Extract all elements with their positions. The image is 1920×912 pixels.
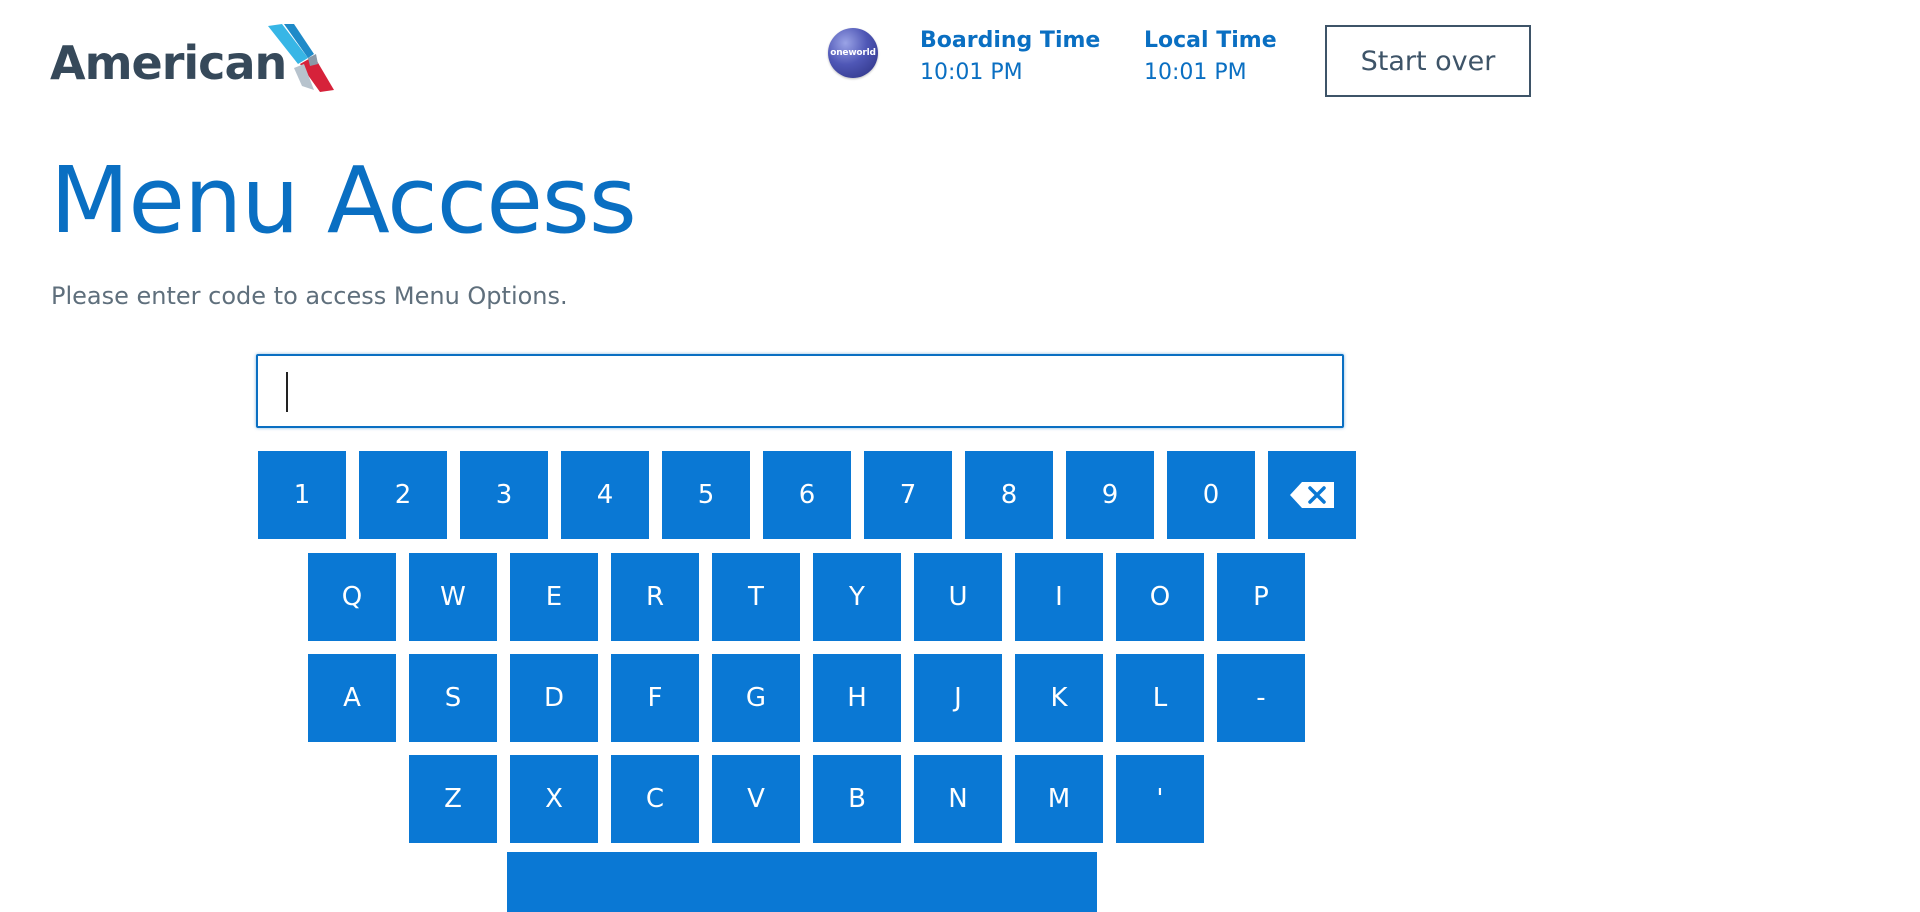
key-5[interactable]: 5 [662,451,750,539]
american-logo: American [50,24,350,96]
key-6[interactable]: 6 [763,451,851,539]
key-hyphen[interactable]: - [1217,654,1305,742]
page-title: Menu Access [50,147,637,254]
key-k[interactable]: K [1015,654,1103,742]
access-code-input[interactable] [256,354,1344,428]
key-3[interactable]: 3 [460,451,548,539]
key-4[interactable]: 4 [561,451,649,539]
start-over-button[interactable]: Start over [1325,25,1531,97]
boarding-time-value: 10:01 PM [920,60,1023,85]
key-apostrophe[interactable]: ' [1116,755,1204,843]
key-2[interactable]: 2 [359,451,447,539]
key-v[interactable]: V [712,755,800,843]
key-j[interactable]: J [914,654,1002,742]
oneworld-badge-icon: oneworld [828,28,878,78]
oneworld-badge-text: oneworld [830,48,876,58]
key-w[interactable]: W [409,553,497,641]
key-7[interactable]: 7 [864,451,952,539]
key-l[interactable]: L [1116,654,1204,742]
key-m[interactable]: M [1015,755,1103,843]
logo-text: American [50,36,287,90]
key-o[interactable]: O [1116,553,1204,641]
key-9[interactable]: 9 [1066,451,1154,539]
key-8[interactable]: 8 [965,451,1053,539]
local-time-value: 10:01 PM [1144,60,1247,85]
key-c[interactable]: C [611,755,699,843]
key-a[interactable]: A [308,654,396,742]
key-d[interactable]: D [510,654,598,742]
key-g[interactable]: G [712,654,800,742]
text-caret [286,372,288,412]
key-x[interactable]: X [510,755,598,843]
key-i[interactable]: I [1015,553,1103,641]
key-r[interactable]: R [611,553,699,641]
key-e[interactable]: E [510,553,598,641]
key-f[interactable]: F [611,654,699,742]
key-p[interactable]: P [1217,553,1305,641]
backspace-key[interactable] [1268,451,1356,539]
boarding-time-label: Boarding Time [920,28,1101,53]
local-time-label: Local Time [1144,28,1277,53]
key-u[interactable]: U [914,553,1002,641]
key-q[interactable]: Q [308,553,396,641]
space-key[interactable] [507,852,1097,912]
local-time: Local Time 10:01 PM [1144,26,1277,90]
page-subtitle: Please enter code to access Menu Options… [51,282,568,310]
key-0[interactable]: 0 [1167,451,1255,539]
flight-symbol-icon [268,24,334,92]
key-n[interactable]: N [914,755,1002,843]
key-b[interactable]: B [813,755,901,843]
boarding-time: Boarding Time 10:01 PM [920,26,1100,90]
key-y[interactable]: Y [813,553,901,641]
key-z[interactable]: Z [409,755,497,843]
key-t[interactable]: T [712,553,800,641]
key-s[interactable]: S [409,654,497,742]
key-1[interactable]: 1 [258,451,346,539]
key-h[interactable]: H [813,654,901,742]
backspace-icon [1290,482,1334,508]
